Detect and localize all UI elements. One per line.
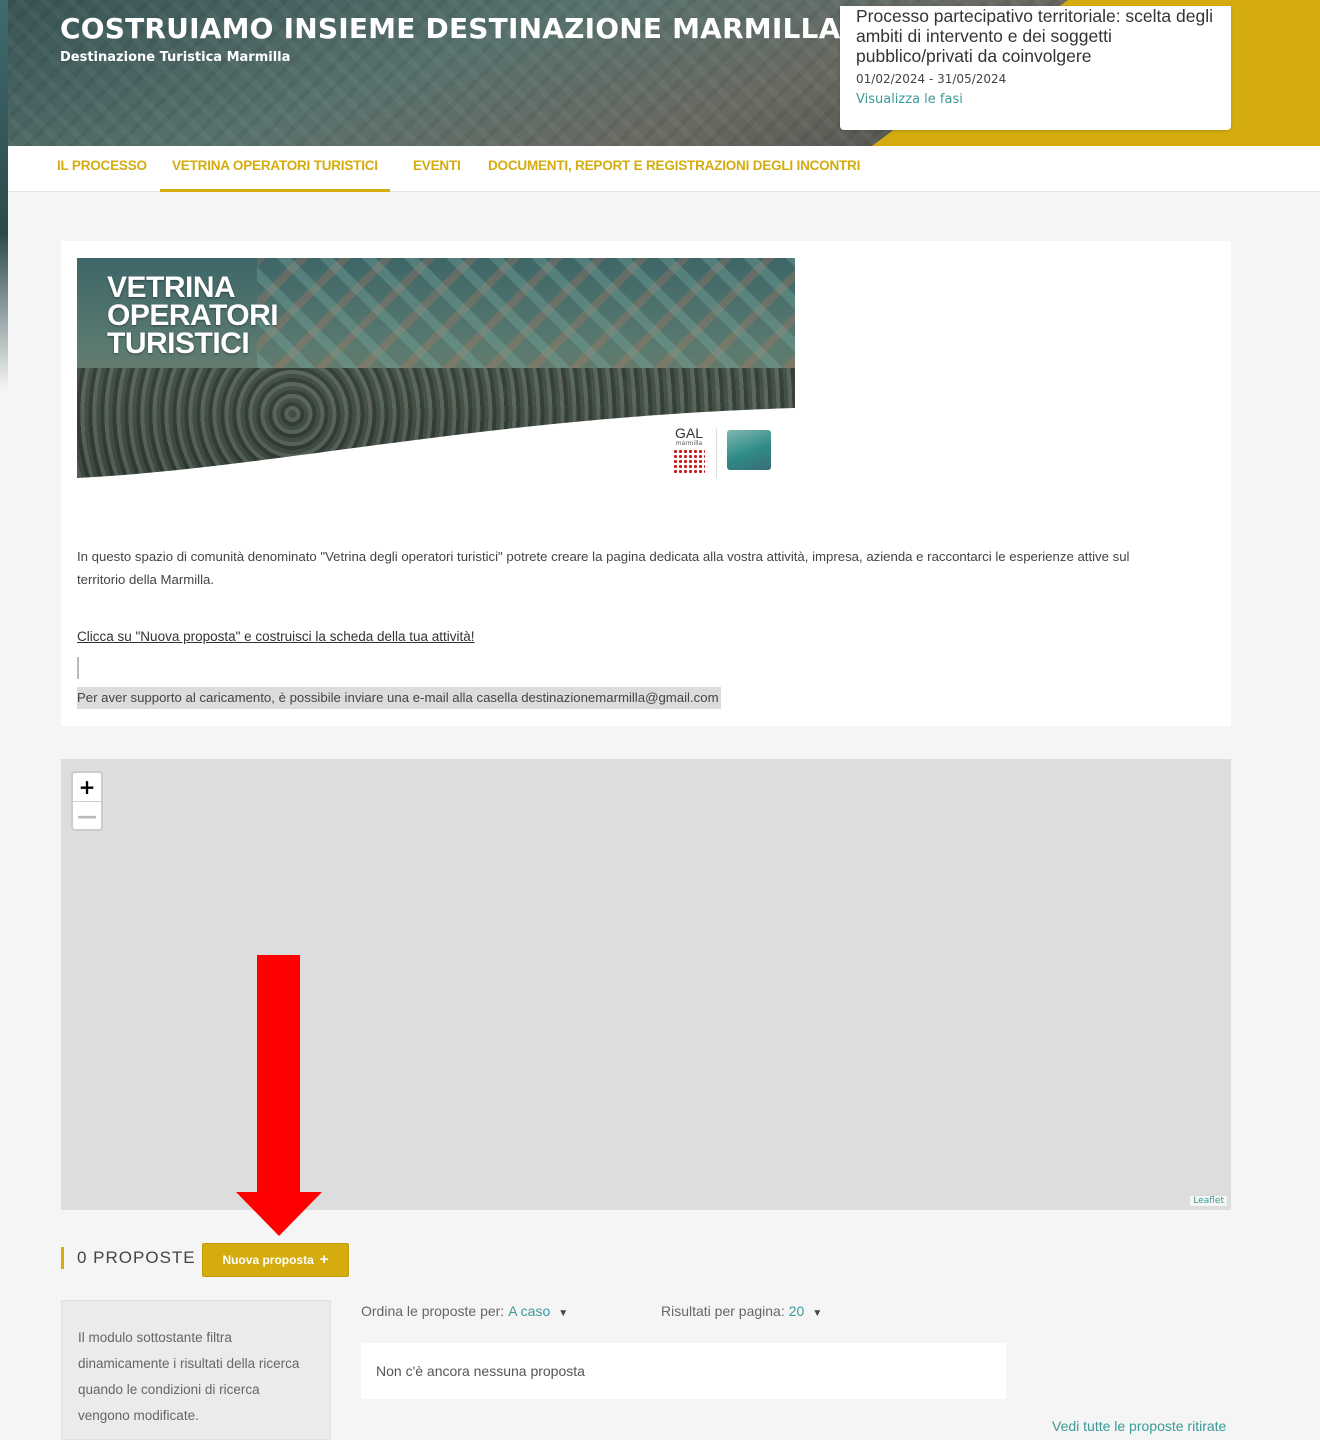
annotation-arrow-head (236, 1192, 322, 1236)
support-text: Per aver supporto al caricamento, è poss… (77, 687, 721, 709)
zoom-in-button[interactable]: + (73, 773, 101, 801)
sort-dropdown[interactable]: Ordina le proposte per: A caso ▼ (361, 1303, 568, 1319)
zoom-out-button[interactable]: — (73, 801, 101, 829)
new-proposal-button[interactable]: Nuova proposta + (202, 1243, 349, 1277)
annotation-arrow-shaft (257, 955, 300, 1195)
caret-down-icon: ▼ (558, 1308, 569, 1319)
withdrawn-proposals-link[interactable]: Vedi tutte le proposte ritirate (1052, 1418, 1226, 1434)
process-nav: IL PROCESSO VETRINA OPERATORI TURISTICI … (8, 146, 1320, 192)
section-marker (61, 1247, 64, 1269)
description-card: VETRINA OPERATORI TURISTICI GAL marmilla… (61, 241, 1231, 726)
process-subtitle: Destinazione Turistica Marmilla (60, 50, 291, 65)
gal-logo-subtext: marmilla (675, 440, 703, 447)
text-cursor (77, 657, 79, 679)
per-page-dropdown[interactable]: Risultati per pagina: 20 ▼ (661, 1303, 822, 1319)
filter-panel: Il modulo sottostante filtra dinamicamen… (61, 1300, 331, 1440)
gal-marmilla-logo: GAL marmilla (669, 426, 709, 478)
tab-documenti[interactable]: DOCUMENTI, REPORT E REGISTRAZIONI DEGLI … (488, 146, 860, 192)
tab-il-processo[interactable]: IL PROCESSO (57, 146, 147, 192)
banner-title-line: OPERATORI (107, 299, 279, 332)
phase-dates: 01/02/2024 - 31/05/2024 (856, 72, 1007, 86)
sort-label: Ordina le proposte per: (361, 1303, 505, 1319)
new-proposal-label: Nuova proposta (222, 1253, 314, 1267)
tab-vetrina-operatori[interactable]: VETRINA OPERATORI TURISTICI (160, 146, 390, 192)
empty-proposals-message: Non c'è ancora nessuna proposta (361, 1343, 1006, 1399)
leaflet-attribution-link[interactable]: Leaflet (1190, 1196, 1227, 1206)
view-phases-link[interactable]: Visualizza le fasi (856, 92, 963, 107)
filter-help-text: Il modulo sottostante filtra dinamicamen… (78, 1330, 300, 1423)
banner-title: VETRINA OPERATORI TURISTICI (107, 271, 279, 360)
per-page-value: 20 (788, 1303, 805, 1319)
proposals-map[interactable]: + — Leaflet (61, 759, 1231, 1210)
process-title: COSTRUIAMO INSIEME DESTINAZIONE MARMILLA (60, 12, 841, 45)
banner-title-line: TURISTICI (107, 327, 250, 360)
per-page-label: Risultati per pagina: (661, 1303, 785, 1319)
proposals-count: 0 PROPOSTE (77, 1248, 196, 1267)
sort-value: A caso (508, 1303, 551, 1319)
cta-text: Clicca su "Nuova proposta" e costruisci … (77, 629, 475, 644)
phase-title: Processo partecipativo territoriale: sce… (856, 6, 1213, 66)
banner-title-line: VETRINA (107, 271, 236, 304)
gal-logo-text: GAL (674, 425, 703, 441)
map-zoom-control: + — (71, 771, 103, 831)
tab-eventi[interactable]: EVENTI (413, 146, 461, 192)
intro-paragraph: In questo spazio di comunità denominato … (77, 549, 1130, 587)
logo-divider (716, 428, 717, 478)
vetrina-banner: VETRINA OPERATORI TURISTICI GAL marmilla (77, 258, 795, 483)
gal-logo-dots (673, 449, 705, 475)
marmilla-destination-logo (727, 430, 771, 470)
caret-down-icon: ▼ (812, 1308, 823, 1319)
plus-icon: + (319, 1251, 329, 1268)
phase-card: Processo partecipativo territoriale: sce… (840, 6, 1231, 130)
background-edge (0, 0, 8, 390)
